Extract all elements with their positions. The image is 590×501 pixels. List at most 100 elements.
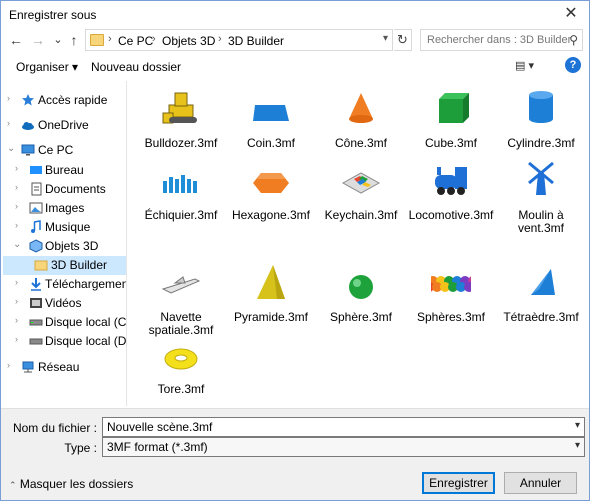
sidebar-item-videos[interactable]: › Vidéos <box>1 294 126 313</box>
chevron-right-icon[interactable]: › <box>15 163 18 173</box>
sidebar-item-desktop[interactable]: › Bureau <box>1 161 126 180</box>
sidebar-item-3d-builder[interactable]: 3D Builder <box>3 256 126 275</box>
file-name: Sphère.3mf <box>329 310 393 324</box>
hide-folders-toggle[interactable]: ⌃ Masquer les dossiers <box>9 477 133 491</box>
chevron-right-icon[interactable]: › <box>15 182 18 192</box>
view-options-icon[interactable]: ▤ ▾ <box>515 59 545 73</box>
chess-icon <box>163 175 197 193</box>
music-icon <box>31 220 41 233</box>
chevron-down-icon[interactable]: ▾ <box>575 420 580 431</box>
cube-icon <box>29 239 43 253</box>
file-item-sphere[interactable]: Sphère.3mf <box>316 259 406 329</box>
help-icon[interactable]: ? <box>565 57 581 73</box>
file-item-bulldozer[interactable]: Bulldozer.3mf <box>136 85 226 155</box>
chevron-right-icon[interactable]: › <box>15 315 18 325</box>
file-name: Cylindre.3mf <box>507 136 575 150</box>
sidebar-item-images[interactable]: › Images <box>1 199 126 218</box>
windmill-icon <box>528 161 554 195</box>
chevron-down-icon[interactable]: ⌄ <box>13 239 21 250</box>
file-type-select[interactable]: 3MF format (*.3mf) ▾ <box>102 437 585 457</box>
tetrahedron-icon <box>531 269 555 295</box>
search-input[interactable]: Rechercher dans : 3D Builder ⚲ <box>420 29 583 51</box>
type-label: Type : <box>64 441 97 455</box>
search-icon: ⚲ <box>569 33 578 47</box>
file-item-locomotive[interactable]: Locomotive.3mf <box>406 157 496 227</box>
sidebar-item-downloads[interactable]: › Téléchargements <box>1 275 126 294</box>
file-item-keychain[interactable]: Keychain.3mf <box>316 157 406 227</box>
folder-icon <box>90 34 104 46</box>
organize-button[interactable]: Organiser ▾ <box>16 60 78 74</box>
chevron-up-icon: ⌃ <box>9 480 17 490</box>
cylinder-icon <box>529 91 553 123</box>
spheres-icon <box>431 276 471 292</box>
file-list: Bulldozer.3mf Coin.3mf Cône.3mf Cube.3mf… <box>128 81 589 406</box>
chevron-right-icon[interactable]: › <box>15 277 18 287</box>
pyramid-icon <box>257 265 285 299</box>
drive-icon <box>29 319 43 326</box>
hexagon-icon <box>253 173 289 193</box>
sidebar-item-onedrive[interactable]: › OneDrive <box>1 116 126 135</box>
sidebar-item-network[interactable]: › Réseau <box>1 358 126 377</box>
file-name: Bulldozer.3mf <box>144 136 218 150</box>
breadcrumb-objets-3d[interactable]: Objets 3D <box>162 34 215 48</box>
chevron-down-icon[interactable]: ⌄ <box>7 143 15 154</box>
file-item-cube[interactable]: Cube.3mf <box>406 85 496 155</box>
chevron-right-icon[interactable]: › <box>15 296 18 306</box>
sidebar-item-documents[interactable]: › Documents <box>1 180 126 199</box>
address-bar[interactable]: › Ce PC › Objets 3D › 3D Builder ▾ <box>85 29 393 51</box>
cone-icon <box>349 93 373 123</box>
wedge-icon <box>253 105 289 121</box>
folder-icon <box>34 260 48 271</box>
forward-arrow-icon[interactable]: → <box>29 30 47 50</box>
sidebar-item-music[interactable]: › Musique <box>1 218 126 237</box>
chevron-right-icon[interactable]: › <box>15 334 18 344</box>
file-name: Hexagone.3mf <box>231 208 311 222</box>
toolbar: Organiser ▾ Nouveau dossier ▤ ▾ ? <box>1 53 589 79</box>
chevron-right-icon[interactable]: › <box>7 360 10 370</box>
file-item-torus[interactable]: Tore.3mf <box>136 331 226 401</box>
file-name: Tore.3mf <box>157 382 205 396</box>
file-name: Moulin à vent.3mf <box>517 208 565 235</box>
sidebar-item-quick-access[interactable]: › Accès rapide <box>1 91 126 110</box>
breadcrumb-ce-pc[interactable]: Ce PC <box>118 34 153 48</box>
file-name: Coin.3mf <box>246 136 296 150</box>
chevron-right-icon[interactable]: › <box>15 220 18 230</box>
file-item-pyramid[interactable]: Pyramide.3mf <box>226 259 316 329</box>
address-dropdown-icon[interactable]: ▾ <box>383 33 388 44</box>
sidebar-item-this-pc[interactable]: ⌄ Ce PC <box>1 141 126 160</box>
sidebar-item-drive-d[interactable]: › Disque local (D:) <box>1 332 126 351</box>
new-folder-button[interactable]: Nouveau dossier <box>91 60 181 74</box>
chevron-right-icon[interactable]: › <box>7 118 10 128</box>
close-icon[interactable]: ✕ <box>557 3 585 25</box>
sidebar-item-drive-c[interactable]: › Disque local (C:) <box>1 313 126 332</box>
chevron-down-icon[interactable]: ▾ <box>575 440 580 451</box>
navigation-bar: ← → ⌄ ↑ › Ce PC › Objets 3D › 3D Builder… <box>1 29 589 51</box>
chevron-right-icon[interactable]: › <box>15 201 18 211</box>
refresh-icon[interactable]: ↻ <box>394 29 412 51</box>
chevron-right-icon[interactable]: › <box>7 93 10 103</box>
file-item-shuttle[interactable]: Navette spatiale.3mf <box>136 259 226 337</box>
file-item-cone[interactable]: Cône.3mf <box>316 85 406 155</box>
navigation-pane: › Accès rapide › OneDrive ⌄ Ce PC › Bure… <box>1 81 127 406</box>
file-item-cylinder[interactable]: Cylindre.3mf <box>496 85 586 155</box>
search-placeholder: Rechercher dans : 3D Builder <box>427 34 572 46</box>
save-button[interactable]: Enregistrer <box>422 472 495 494</box>
file-item-chess[interactable]: Échiquier.3mf <box>136 157 226 227</box>
shuttle-icon <box>161 276 201 294</box>
file-item-spheres[interactable]: Sphères.3mf <box>406 259 496 329</box>
sidebar-item-3d-objects[interactable]: ⌄ Objets 3D <box>1 237 126 256</box>
filename-field[interactable]: Nouvelle scène.3mf ▾ <box>102 417 585 437</box>
file-item-tetrahedron[interactable]: Tétraèdre.3mf <box>496 259 586 329</box>
cancel-button[interactable]: Annuler <box>504 472 577 494</box>
breadcrumb-3d-builder[interactable]: 3D Builder <box>228 34 284 48</box>
file-name: Cube.3mf <box>424 136 478 150</box>
file-item-coin[interactable]: Coin.3mf <box>226 85 316 155</box>
file-item-windmill[interactable]: Moulin à vent.3mf <box>496 157 586 235</box>
file-name: Locomotive.3mf <box>408 208 494 222</box>
title-bar: Enregistrer sous ✕ <box>1 1 589 29</box>
filename-label: Nom du fichier : <box>12 421 97 435</box>
file-item-hexagon[interactable]: Hexagone.3mf <box>226 157 316 227</box>
back-arrow-icon[interactable]: ← <box>7 30 25 50</box>
bulldozer-icon <box>162 92 197 124</box>
up-arrow-icon[interactable]: ↑ <box>65 30 83 50</box>
